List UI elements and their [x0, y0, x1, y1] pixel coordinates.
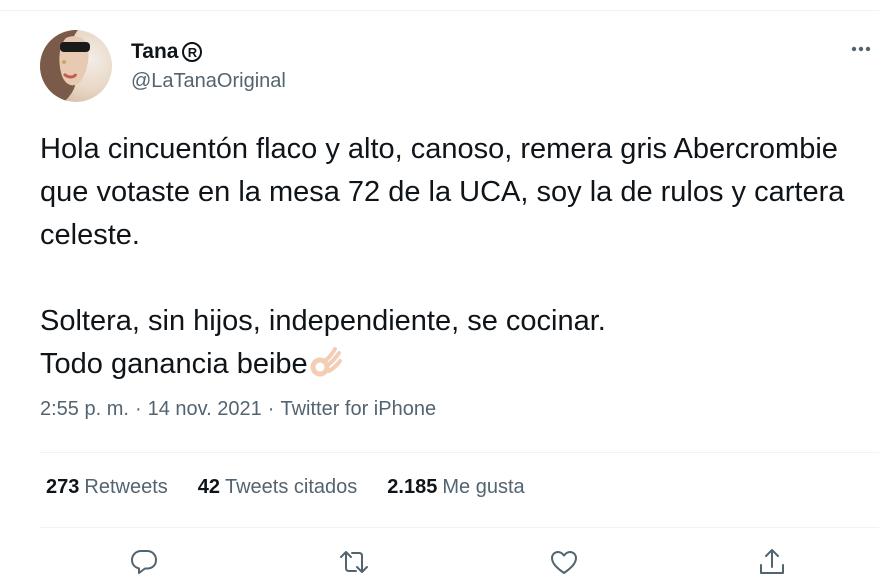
likes-label: Me gusta [442, 476, 525, 498]
tweet-text: Hola cincuentón flaco y alto, canoso, re… [40, 128, 875, 386]
tweet-actions [0, 546, 879, 582]
likes-stat[interactable]: 2.185 Me gusta [387, 476, 524, 499]
tweet-stats: 273 Retweets 42 Tweets citados 2.185 Me gus… [46, 476, 525, 499]
tweet-source[interactable]: Twitter for iPhone [280, 398, 436, 421]
quotes-stat[interactable]: 42 Tweets citados [198, 476, 358, 499]
retweets-stat[interactable]: 273 Retweets [46, 476, 168, 499]
tweet-meta: 2:55 p. m. · 14 nov. 2021 · Twitter for … [40, 398, 436, 421]
tweet-date[interactable]: 14 nov. 2021 [148, 398, 262, 421]
display-name[interactable]: Tana [131, 40, 178, 64]
quotes-label: Tweets citados [225, 476, 358, 498]
tweet-paragraph: Hola cincuentón flaco y alto, canoso, re… [40, 133, 845, 251]
registered-mark-icon: R [182, 42, 203, 62]
tweet-time[interactable]: 2:55 p. m. [40, 398, 129, 421]
tweet-paragraph-line: Todo ganancia beibe [40, 343, 875, 386]
avatar-photo [40, 30, 90, 102]
retweets-count: 273 [46, 476, 80, 498]
more-options-icon[interactable] [843, 38, 877, 60]
ok-hand-emoji-icon [310, 347, 342, 377]
meta-separator: · [267, 398, 275, 420]
retweets-label: Retweets [84, 476, 168, 498]
share-icon[interactable] [756, 546, 788, 578]
divider [40, 452, 879, 453]
divider [40, 527, 879, 528]
meta-separator: · [134, 398, 142, 420]
tweet-paragraph-line: Soltera, sin hijos, independiente, se co… [40, 305, 606, 337]
likes-count: 2.185 [387, 476, 438, 498]
retweet-icon[interactable] [338, 546, 370, 578]
reply-icon[interactable] [128, 546, 160, 578]
avatar[interactable] [40, 30, 112, 102]
tweet-last-line-text: Todo ganancia beibe [40, 348, 308, 380]
user-handle[interactable]: @LaTanaOriginal [131, 70, 286, 93]
quotes-count: 42 [197, 476, 220, 498]
top-divider [0, 10, 879, 11]
like-icon[interactable] [548, 546, 580, 578]
author-name-row[interactable]: Tana R [131, 40, 203, 64]
